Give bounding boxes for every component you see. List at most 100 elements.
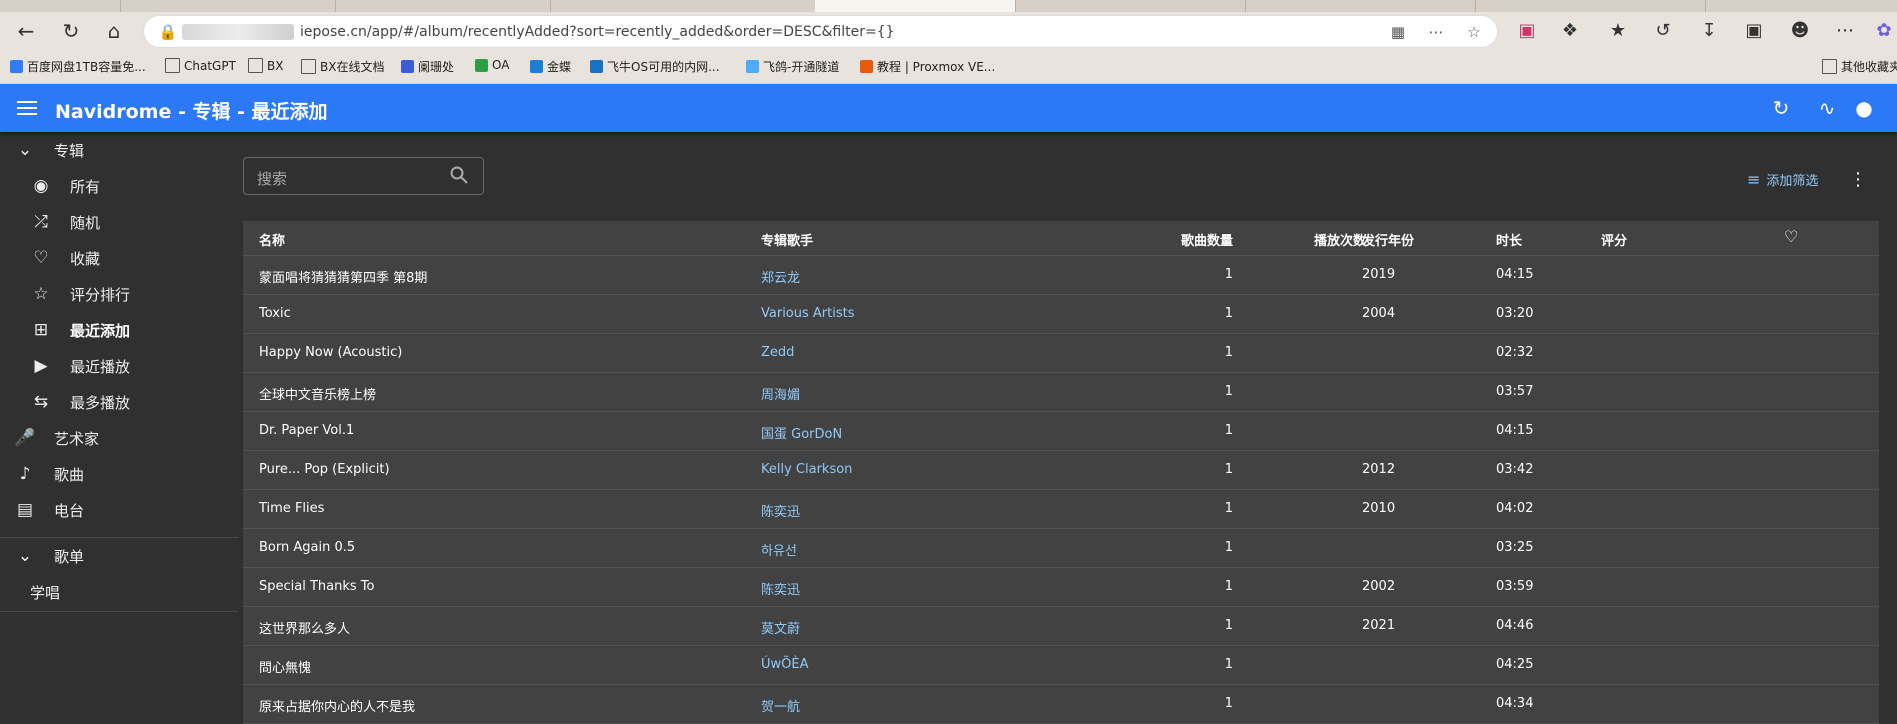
lock-icon[interactable]: 🔒 — [158, 22, 178, 42]
add-filter-button[interactable]: ≡ 添加筛选 — [1747, 170, 1818, 189]
bookmark-item[interactable]: 飞鸽-开通隧道 — [746, 58, 839, 75]
heart-icon[interactable]: ♡ — [1784, 227, 1798, 246]
sidebar-section-radio[interactable]: ▤ 电台 — [0, 492, 240, 528]
album-artist-link[interactable]: 贺一航 — [761, 696, 800, 715]
duration-cell: 03:57 — [1496, 384, 1534, 399]
album-artist-link[interactable]: 国蛋 GorDoN — [761, 423, 842, 442]
table-row[interactable]: Special Thanks To 陈奕迅 1 2002 03:59 — [243, 568, 1879, 607]
table-row[interactable]: Toxic Various Artists 1 2004 03:20 — [243, 295, 1879, 334]
album-artist-link[interactable]: Kelly Clarkson — [761, 462, 852, 477]
browser-tab[interactable] — [335, 0, 551, 12]
profile-avatar-icon[interactable]: ☻ — [1786, 17, 1814, 45]
bookmark-item[interactable]: 百度网盘1TB容量免... — [10, 58, 146, 75]
copilot-icon[interactable]: ✿ — [1870, 17, 1897, 45]
album-artist-link[interactable]: 郑云龙 — [761, 267, 800, 286]
sidebar-section-albums[interactable]: ⌄ 专辑 — [0, 132, 240, 168]
refresh-icon[interactable]: ↻ — [1769, 96, 1793, 120]
browser-tab[interactable] — [1245, 0, 1476, 12]
column-songs-header[interactable]: 歌曲数量 — [1133, 230, 1233, 249]
bookmark-item[interactable]: 飞牛OS可用的内网... — [590, 58, 720, 75]
puzzle-icon[interactable]: ❖ — [1556, 17, 1584, 45]
column-duration-header[interactable]: 时长 — [1496, 230, 1522, 249]
history-icon[interactable]: ↺ — [1649, 17, 1677, 45]
more-icon[interactable]: ⋯ — [1426, 22, 1446, 42]
album-artist-link[interactable]: 周海媚 — [761, 384, 800, 403]
bookmark-item[interactable]: 金蝶 — [530, 58, 571, 75]
sidebar-item-recently-added[interactable]: ⊞ 最近添加 — [0, 312, 240, 348]
reload-icon[interactable]: ↻ — [55, 16, 87, 46]
sidebar-item-label: 最近播放 — [70, 357, 131, 376]
search-input[interactable]: 搜索 — [243, 157, 484, 195]
sidebar-item-top-rated[interactable]: ☆ 评分排行 — [0, 276, 240, 312]
album-artist-link[interactable]: ÚwÕÈA — [761, 657, 809, 672]
activity-icon[interactable]: ∿ — [1815, 96, 1839, 120]
table-row[interactable]: 这世界那么多人 莫文蔚 1 2021 04:46 — [243, 607, 1879, 646]
download-icon[interactable]: ↧ — [1695, 17, 1723, 45]
table-row[interactable]: Pure... Pop (Explicit) Kelly Clarkson 1 201… — [243, 451, 1879, 490]
address-bar[interactable]: 🔒 iepose.cn/app/#/album/recentlyAdded?so… — [143, 15, 1498, 48]
column-name-header[interactable]: 名称 — [259, 230, 285, 249]
sidebar-item-label: 随机 — [70, 213, 101, 232]
album-artist-link[interactable]: 莫文蔚 — [761, 618, 800, 637]
column-rating-header[interactable]: 评分 — [1601, 230, 1627, 249]
menu-icon[interactable] — [17, 101, 37, 115]
column-artist-header[interactable]: 专辑歌手 — [761, 230, 813, 249]
browser-tab[interactable] — [0, 0, 121, 12]
browser-tab[interactable] — [1015, 0, 1246, 12]
sidebar-playlist-item[interactable]: 学唱 — [0, 574, 240, 610]
folder-icon — [248, 58, 263, 73]
sidebar-section-songs[interactable]: ♪ 歌曲 — [0, 456, 240, 492]
browser-tab[interactable] — [120, 0, 336, 12]
table-row[interactable]: 蒙面唱将猜猜猜第四季 第8期 郑云龙 1 2019 04:15 — [243, 256, 1879, 295]
year-cell: 2021 — [1362, 618, 1396, 633]
browser-tab[interactable] — [550, 0, 816, 12]
duration-cell: 04:46 — [1496, 618, 1534, 633]
table-row[interactable]: Happy Now (Acoustic) Zedd 1 02:32 — [243, 334, 1879, 373]
settings-more-icon[interactable]: ⋯ — [1831, 17, 1859, 45]
home-icon[interactable]: ⌂ — [98, 16, 130, 46]
sidebar-item-recently-played[interactable]: ▶ 最近播放 — [0, 348, 240, 384]
account-icon[interactable]: ● — [1852, 96, 1876, 120]
shuffle-icon: ⤮ — [34, 212, 48, 232]
table-row[interactable]: 全球中文音乐榜上榜 周海媚 1 03:57 — [243, 373, 1879, 412]
table-row[interactable]: 問心無愧 ÚwÕÈA 1 04:25 — [243, 646, 1879, 685]
album-artist-link[interactable]: 陈奕迅 — [761, 501, 800, 520]
sidebar-section-artists[interactable]: 🎤 艺术家 — [0, 420, 240, 456]
more-vert-icon[interactable]: ⋮ — [1848, 170, 1868, 190]
star-icon[interactable]: ☆ — [1464, 22, 1484, 42]
bookmark-item[interactable]: BX — [248, 58, 283, 73]
browser-tab[interactable] — [1475, 0, 1706, 12]
sidebar-item-favorites[interactable]: ♡ 收藏 — [0, 240, 240, 276]
album-artist-link[interactable]: Various Artists — [761, 306, 855, 321]
sidebar-section-playlists[interactable]: ⌄ 歌单 — [0, 538, 240, 574]
sidebar-item-random[interactable]: ⤮ 随机 — [0, 204, 240, 240]
browser-tab-active[interactable] — [815, 0, 1016, 12]
back-icon[interactable]: ← — [10, 16, 42, 46]
table-row[interactable]: Time Flies 陈奕迅 1 2010 04:02 — [243, 490, 1879, 529]
extension-icon[interactable]: ▣ — [1513, 17, 1541, 45]
bookmark-item[interactable]: 其他收藏夹 — [1822, 58, 1897, 75]
sidebar-item-most-played[interactable]: ⇆ 最多播放 — [0, 384, 240, 420]
bookmark-item[interactable]: ChatGPT — [165, 58, 236, 73]
column-plays-header[interactable]: 播放次数 — [1266, 230, 1366, 249]
album-artist-link[interactable]: 陈奕迅 — [761, 579, 800, 598]
table-row[interactable]: Dr. Paper Vol.1 国蛋 GorDoN 1 04:15 — [243, 412, 1879, 451]
bookmark-favicon-icon — [401, 60, 414, 73]
album-artist-link[interactable]: 하유선 — [761, 540, 797, 559]
bookmark-item[interactable]: BX在线文档 — [301, 58, 384, 75]
screenshot-icon[interactable]: ▣ — [1740, 17, 1768, 45]
album-artist-link[interactable]: Zedd — [761, 345, 794, 360]
album-name-cell: Special Thanks To — [259, 579, 375, 594]
apps-icon[interactable]: ▦ — [1388, 22, 1408, 42]
bookmark-item[interactable]: 教程 | Proxmox VE... — [860, 58, 995, 75]
page-title: Navidrome - 专辑 - 最近添加 — [55, 101, 328, 123]
sidebar-item-all[interactable]: ◉ 所有 — [0, 168, 240, 204]
bookmark-item[interactable]: 阑珊处 — [401, 58, 454, 75]
favorites-icon[interactable]: ★ — [1604, 17, 1632, 45]
url-text[interactable]: iepose.cn/app/#/album/recentlyAdded?sort… — [300, 24, 895, 40]
song-count-cell: 1 — [1224, 306, 1233, 321]
bookmark-item[interactable]: OA — [475, 58, 509, 72]
table-row[interactable]: Born Again 0.5 하유선 1 03:25 — [243, 529, 1879, 568]
column-year-header[interactable]: 发行年份 — [1362, 230, 1414, 249]
table-row[interactable]: 原来占据你内心的人不是我 贺一航 1 04:34 — [243, 685, 1879, 724]
